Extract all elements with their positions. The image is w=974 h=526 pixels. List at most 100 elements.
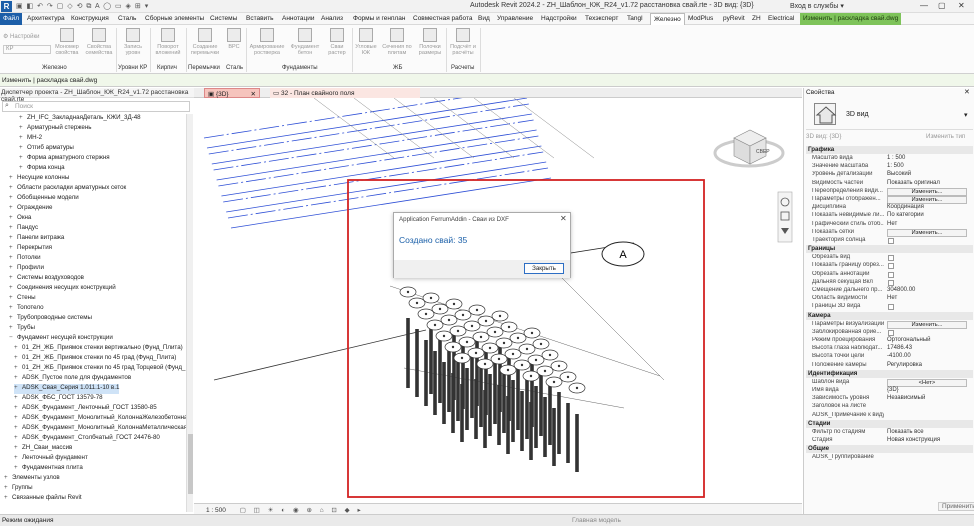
- expand-icon[interactable]: +: [9, 294, 17, 301]
- browser-item[interactable]: + Системы воздуховодов: [9, 274, 84, 284]
- ribbon-btn-piles[interactable]: Сваи растер: [324, 28, 350, 56]
- properties-section[interactable]: Камера: [806, 311, 973, 320]
- browser-item[interactable]: + Панели витража: [9, 234, 64, 244]
- tab-contextual-modify[interactable]: Изменить | раскладка свай.dwg: [800, 13, 902, 25]
- expand-icon[interactable]: +: [19, 114, 27, 121]
- ribbon-btn-sections[interactable]: Сечения по плитам: [380, 28, 414, 56]
- property-checkbox[interactable]: [888, 255, 894, 262]
- properties-section[interactable]: Границы: [806, 245, 973, 254]
- expand-icon[interactable]: +: [14, 374, 22, 381]
- property-value[interactable]: -4100.00: [887, 353, 911, 359]
- property-value[interactable]: Нет: [887, 295, 897, 301]
- quick-access-toolbar[interactable]: ▣ ◧ ↶ ↷ ▢ ◇ ⟲ ⧉ A ◯ ▭ ◈ ⊞ ▾: [16, 2, 149, 11]
- browser-item[interactable]: + ADSK_Фундамент_Столбчатый_ГОСТ 24476-80: [14, 434, 160, 444]
- tab-manage[interactable]: Управление: [497, 15, 533, 22]
- ribbon-btn-lintel[interactable]: Создание перемычки: [189, 28, 221, 56]
- expand-icon[interactable]: +: [9, 264, 17, 271]
- tab-electrical[interactable]: Electrical: [768, 15, 794, 22]
- expand-icon[interactable]: +: [19, 154, 27, 161]
- view-controls-icons[interactable]: ▢ ◫ ☀ ◐ ◉ ⊕ ⌂ ⊡ ◆ ▸: [240, 507, 364, 514]
- property-value[interactable]: Высокий: [887, 171, 911, 177]
- expand-icon[interactable]: +: [9, 284, 17, 291]
- property-value[interactable]: Нет: [887, 221, 897, 227]
- browser-item[interactable]: + Фундаментная плита: [14, 464, 83, 474]
- close-properties-icon[interactable]: ✕: [964, 88, 970, 96]
- ribbon-btn-grillage-rebar[interactable]: Армирование ростверка: [248, 28, 286, 56]
- tab-techexpert[interactable]: Техэксперт: [585, 15, 618, 22]
- property-edit-button[interactable]: Изменить...: [887, 228, 967, 237]
- ribbon-btn-foundation-concrete[interactable]: Фундамент бетон: [289, 28, 321, 56]
- expand-icon[interactable]: +: [4, 474, 12, 481]
- tab-precast[interactable]: Сборные элементы: [145, 15, 204, 22]
- property-value[interactable]: {3D}: [887, 387, 899, 393]
- tab-3d-view[interactable]: ▣ {3D} ✕: [204, 88, 260, 98]
- browser-item[interactable]: + Пандус: [9, 224, 38, 234]
- view-cube[interactable]: СВЕР: [713, 129, 785, 168]
- instance-filter[interactable]: 3D вид: {3D} Изменить тип: [806, 133, 973, 143]
- properties-section[interactable]: Графика: [806, 146, 973, 154]
- browser-item[interactable]: + Связанные файлы Revit: [4, 494, 82, 504]
- tab-massing[interactable]: Формы и генплан: [353, 15, 406, 22]
- edit-type-button[interactable]: Изменить тип: [926, 133, 965, 140]
- browser-item[interactable]: + Арматурный стержень: [19, 124, 92, 134]
- tab-insert[interactable]: Вставить: [246, 15, 274, 22]
- expand-icon[interactable]: +: [9, 224, 17, 231]
- expand-icon[interactable]: +: [14, 444, 22, 451]
- expand-icon[interactable]: +: [9, 274, 17, 281]
- expand-icon[interactable]: +: [9, 314, 17, 321]
- chevron-down-icon[interactable]: ▾: [964, 111, 968, 119]
- expand-icon[interactable]: +: [14, 354, 22, 361]
- expand-icon[interactable]: +: [14, 414, 22, 421]
- browser-item[interactable]: + Форма конца: [19, 164, 65, 174]
- expand-icon[interactable]: +: [14, 384, 22, 391]
- property-edit-button[interactable]: Изменить...: [887, 196, 967, 204]
- browser-item[interactable]: + ZH_IFC_ЗакладнаяДеталь_КЖИ_3Д-48: [19, 114, 141, 124]
- tab-tangl[interactable]: Tangl: [627, 15, 643, 22]
- browser-item[interactable]: + ADSK_Пустое поле для фундаментов: [14, 374, 131, 384]
- ribbon-btn-calc[interactable]: Подсчёт и расчёты: [449, 28, 477, 56]
- tab-plan-view[interactable]: ▭ 32 - План свайного поля: [270, 88, 420, 98]
- expand-icon[interactable]: +: [9, 254, 17, 261]
- tab-zhelezno[interactable]: Железно: [650, 13, 685, 25]
- expand-icon[interactable]: +: [14, 404, 22, 411]
- browser-item[interactable]: + Потолки: [9, 254, 41, 264]
- browser-item[interactable]: + Группы: [4, 484, 33, 494]
- expand-icon[interactable]: +: [9, 184, 17, 191]
- browser-item[interactable]: + Форма арматурного стержня: [19, 154, 110, 164]
- browser-item[interactable]: + МН-2: [19, 134, 42, 144]
- tab-architecture[interactable]: Архитектура: [27, 15, 65, 22]
- browser-item[interactable]: + Профили: [9, 264, 44, 274]
- browser-item[interactable]: + Обобщенные модели: [9, 194, 79, 204]
- property-checkbox[interactable]: [888, 329, 894, 336]
- dialog-close-icon[interactable]: ✕: [560, 214, 567, 223]
- tab-modplus[interactable]: ModPlus: [688, 15, 713, 22]
- tab-file[interactable]: Файл: [0, 13, 22, 25]
- expand-icon[interactable]: +: [19, 164, 27, 171]
- browser-search-input[interactable]: ⌕ Поиск: [2, 101, 190, 112]
- apply-button[interactable]: Применить: [938, 502, 974, 511]
- browser-item[interactable]: + Ограждение: [9, 204, 52, 214]
- tab-steel[interactable]: Сталь: [118, 15, 136, 22]
- browser-item[interactable]: + Элементы узлов: [4, 474, 60, 484]
- settings-button[interactable]: ⚙ Настройки: [3, 33, 39, 40]
- property-value[interactable]: 1: 500: [887, 163, 904, 169]
- property-value[interactable]: Независимый: [887, 395, 925, 401]
- property-checkbox[interactable]: [888, 279, 894, 286]
- browser-item[interactable]: − Фундамент несущей конструкции: [9, 334, 113, 344]
- property-value[interactable]: Показать оригинал: [887, 180, 940, 186]
- expand-icon[interactable]: +: [19, 144, 27, 151]
- ribbon-btn-rotate[interactable]: Поворот вложений: [153, 28, 183, 56]
- browser-item[interactable]: +01_ZH_ЖБ_Приямок стенки вертикально (Фу…: [14, 344, 183, 354]
- property-value[interactable]: По категории: [887, 212, 924, 218]
- expand-icon[interactable]: +: [9, 234, 17, 241]
- ribbon-btn-dimensions[interactable]: Полочки размеры: [416, 28, 444, 56]
- expand-icon[interactable]: +: [14, 394, 22, 401]
- sign-in-button[interactable]: Вход в службы ▾: [790, 2, 844, 10]
- expand-icon[interactable]: +: [9, 194, 17, 201]
- expand-icon[interactable]: +: [19, 124, 27, 131]
- browser-item[interactable]: + ADSK_Фундамент_Монолитный_КолоннаМеталл…: [14, 424, 186, 434]
- pile[interactable]: [568, 382, 586, 472]
- browser-item[interactable]: +01_ZH_ЖБ_Приямок стенки по 45 град Торц…: [14, 364, 185, 374]
- 3d-model-canvas[interactable]: A СВЕР: [194, 98, 802, 502]
- browser-item[interactable]: + ADSK_Фундамент_Монолитный_КолоннаЖелезо…: [14, 414, 186, 424]
